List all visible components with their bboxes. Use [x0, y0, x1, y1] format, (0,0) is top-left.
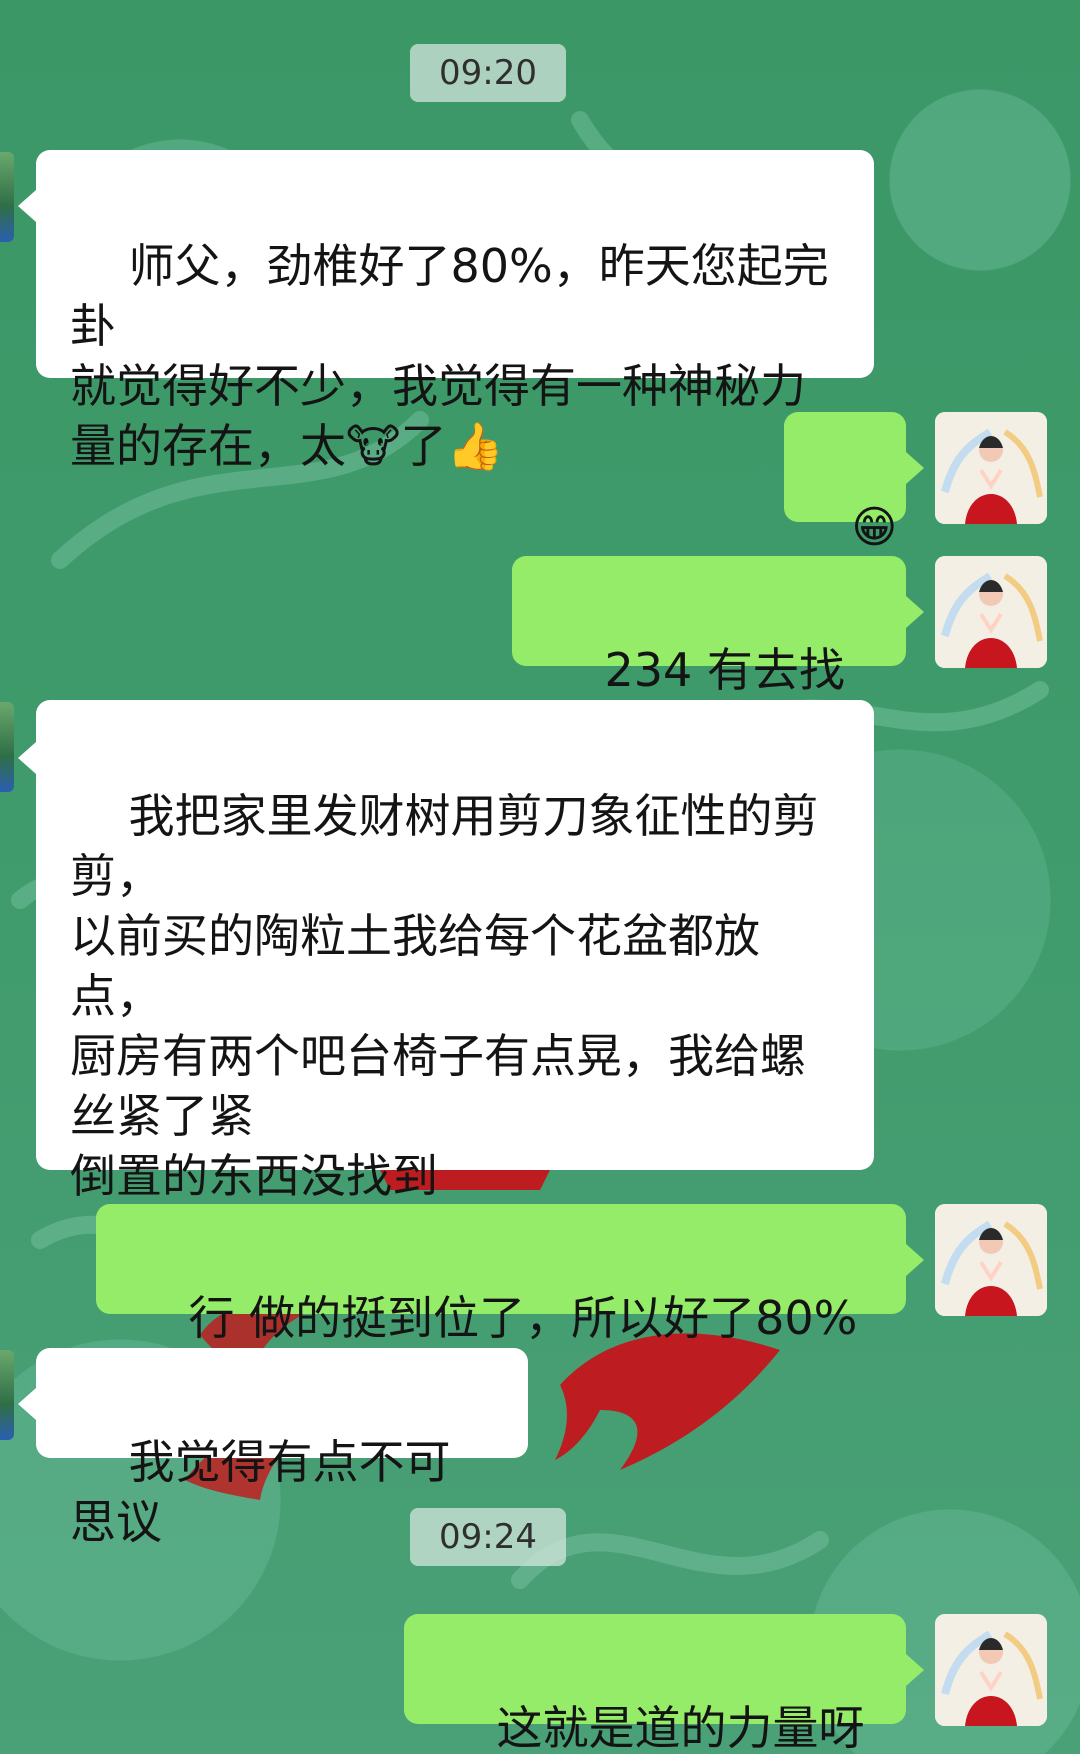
bubble-tail: [906, 452, 924, 484]
sender-avatar-edge[interactable]: [0, 702, 14, 792]
bubble-tail: [906, 596, 924, 628]
timestamp-chip: 09:24: [410, 1508, 566, 1566]
avatar[interactable]: [935, 556, 1047, 668]
bubble-tail: [906, 1244, 924, 1276]
message-text: 我把家里发财树用剪刀象征性的剪 剪， 以前买的陶粒土我给每个花盆都放 点， 厨房…: [70, 789, 819, 1203]
message-text: 这就是道的力量呀😁: [496, 1701, 865, 1754]
timestamp-chip: 09:20: [410, 44, 566, 102]
bubble-tail: [906, 1654, 924, 1686]
avatar[interactable]: [935, 1614, 1047, 1726]
message-bubble[interactable]: 😁: [784, 412, 906, 553]
timestamp-text: 09:24: [439, 1517, 537, 1557]
bubble-tail: [18, 190, 36, 222]
message-bubble[interactable]: 这就是道的力量呀😁: [404, 1614, 906, 1754]
message-bubble[interactable]: 行 做的挺到位了，所以好了80%😁: [96, 1204, 906, 1405]
sender-avatar-edge[interactable]: [0, 1350, 14, 1440]
bubble-tail: [18, 742, 36, 774]
avatar-image: [935, 556, 1047, 668]
sender-avatar-edge[interactable]: [0, 152, 14, 242]
timestamp-text: 09:20: [439, 53, 537, 93]
bubble-tail: [18, 1388, 36, 1420]
avatar-image: [935, 412, 1047, 524]
message-bubble[interactable]: 我觉得有点不可思议: [36, 1348, 528, 1549]
message-bubble[interactable]: 师父，劲椎好了80%，昨天您起完卦 就觉得好不少，我觉得有一种神秘力 量的存在，…: [36, 150, 874, 473]
avatar-image: [935, 1204, 1047, 1316]
avatar-image: [935, 1614, 1047, 1726]
message-bubble[interactable]: 234 有去找找不: [512, 556, 906, 757]
message-text: 😁: [851, 502, 898, 553]
avatar[interactable]: [935, 1204, 1047, 1316]
avatar[interactable]: [935, 412, 1047, 524]
message-bubble[interactable]: 我把家里发财树用剪刀象征性的剪 剪， 以前买的陶粒土我给每个花盆都放 点， 厨房…: [36, 700, 874, 1203]
